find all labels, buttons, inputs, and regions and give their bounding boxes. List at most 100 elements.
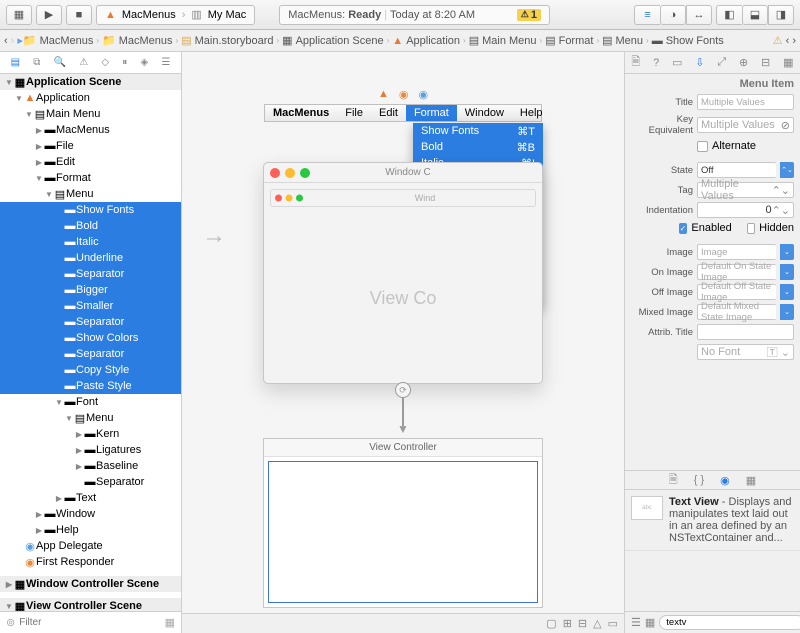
mixed-image-select[interactable]: Default Mixed State Image	[697, 304, 776, 320]
outline-row[interactable]: ▼▤Menu	[0, 186, 181, 202]
outline-row[interactable]: ▶▬Kern	[0, 426, 181, 442]
jump-next-button[interactable]: ›	[792, 35, 796, 47]
outline-row-selected[interactable]: ▬Bold	[0, 218, 181, 234]
jump-back-button[interactable]: ‹	[4, 35, 8, 47]
outline-row[interactable]: ▶▬Baseline	[0, 458, 181, 474]
issue-nav-icon[interactable]: ⚠	[79, 57, 88, 68]
jump-warning-icon[interactable]: ⚠	[773, 34, 783, 47]
outline-row-selected[interactable]: ▬Italic	[0, 234, 181, 250]
outline-row[interactable]: ▶▬Ligatures	[0, 442, 181, 458]
outline-row-selected[interactable]: ▬Show Colors	[0, 330, 181, 346]
breakpoint-nav-icon[interactable]: ◈	[140, 57, 148, 68]
code-snippet-icon[interactable]: { }	[694, 474, 704, 486]
segue-connector[interactable]: ⟳ ▼	[395, 382, 411, 432]
outline-row-selected[interactable]: ▬Separator	[0, 314, 181, 330]
outline-row[interactable]: ▬Separator	[0, 474, 181, 490]
keyequiv-field[interactable]: Multiple Values⊘	[697, 117, 794, 133]
report-nav-icon[interactable]: ☰	[161, 57, 170, 68]
dropdown-item[interactable]: Bold⌘B	[413, 139, 543, 155]
alternate-checkbox[interactable]	[697, 141, 708, 152]
outline-scene[interactable]: ▼▦Application Scene	[0, 74, 181, 90]
text-view-selection[interactable]	[268, 461, 538, 603]
outline-row[interactable]: ▶▬Edit	[0, 154, 181, 170]
attributes-inspector-icon[interactable]: ⇩	[695, 56, 704, 69]
list-view-icon[interactable]: ☰	[631, 616, 641, 629]
file-template-icon[interactable]: 🗎	[669, 471, 678, 490]
image-select[interactable]: Image	[697, 244, 776, 260]
outline-row[interactable]: ▼▤Main Menu	[0, 106, 181, 122]
chevron-down-icon[interactable]: ⌄	[780, 264, 794, 280]
app-menubar-mock[interactable]: ▲ ◉ ◉ MacMenus File Edit Format Window H…	[264, 88, 542, 122]
embed-button[interactable]: ▭	[608, 617, 618, 630]
indent-field[interactable]: 0 ⌃⌄	[697, 202, 794, 218]
outline-scene[interactable]: ▼▦View Controller Scene	[0, 598, 181, 611]
project-nav-icon[interactable]: ▤	[11, 57, 20, 68]
stop-button[interactable]: ■	[66, 5, 92, 25]
size-inspector-icon[interactable]: ⤢	[717, 56, 726, 69]
outline-row[interactable]: ▶▬Text	[0, 490, 181, 506]
help-inspector-icon[interactable]: ?	[653, 57, 659, 69]
menu-item[interactable]: Edit	[371, 105, 406, 121]
attrib-title-field[interactable]	[697, 324, 794, 340]
outline-row[interactable]: ◉App Delegate	[0, 538, 181, 554]
hidden-checkbox[interactable]	[747, 223, 755, 234]
filter-input[interactable]	[19, 617, 160, 628]
scheme-selector[interactable]: ▲ MacMenus › ▥ My Mac	[96, 5, 255, 25]
outline-row-selected[interactable]: ▬Separator	[0, 266, 181, 282]
chevron-down-icon[interactable]: ⌄	[780, 244, 794, 260]
toggle-inspector-button[interactable]: ◨	[768, 5, 794, 25]
toggle-navigator-button[interactable]: ◧	[716, 5, 742, 25]
outline-row[interactable]: ▶▬File	[0, 138, 181, 154]
jump-bar[interactable]: ‹ › ▸📁MacMenus› 📁MacMenus› ▤Main.storybo…	[0, 30, 800, 52]
jump-forward-button[interactable]: ›	[11, 35, 15, 47]
library-filter-input[interactable]	[659, 615, 800, 630]
find-nav-icon[interactable]: 🔍	[54, 57, 66, 68]
off-image-select[interactable]: Default Off State Image	[697, 284, 776, 300]
document-outline[interactable]: ▼▦Application Scene ▼▲Application ▼▤Main…	[0, 74, 181, 611]
outline-row-selected[interactable]: ▬Bigger	[0, 282, 181, 298]
bindings-inspector-icon[interactable]: ⊟	[761, 56, 770, 69]
outline-row-selected[interactable]: ▬Show Fonts	[0, 202, 181, 218]
chevron-down-icon[interactable]: ⌄	[780, 284, 794, 300]
dropdown-item[interactable]: Show Fonts⌘T	[413, 123, 543, 139]
run-button[interactable]: ▶	[36, 5, 62, 25]
library-tabs[interactable]: 🗎 { } ◉ ▦	[625, 470, 800, 490]
outline-row[interactable]: ▼▬Font	[0, 394, 181, 410]
title-field[interactable]: Multiple Values	[697, 94, 794, 110]
inspector-tabs[interactable]: 🗎 ? ▭ ⇩ ⤢ ⊕ ⊟ ▦	[625, 52, 800, 74]
filter-recent-icon[interactable]: ▦	[165, 616, 175, 629]
outline-row-selected[interactable]: ▬Underline	[0, 250, 181, 266]
version-editor-button[interactable]: ↔	[686, 5, 712, 25]
align-button[interactable]: ⊞	[563, 617, 572, 630]
font-picker[interactable]: No Font🅃 ⌄	[697, 344, 794, 360]
outline-row-selected[interactable]: ▬Paste Style	[0, 378, 181, 394]
identity-inspector-icon[interactable]: ▭	[672, 56, 682, 69]
menu-item[interactable]: Window	[457, 105, 512, 121]
media-library-icon[interactable]: ▦	[746, 474, 756, 487]
warning-badge[interactable]: ⚠ 1	[517, 9, 541, 21]
chevron-down-icon[interactable]: ⌄	[780, 304, 794, 320]
symbol-nav-icon[interactable]: ⧉	[33, 57, 40, 68]
tag-field[interactable]: Multiple Values⌃⌄	[697, 182, 794, 198]
menu-item-selected[interactable]: Format	[406, 105, 457, 121]
menu-item[interactable]: File	[337, 105, 371, 121]
test-nav-icon[interactable]: ◇	[101, 57, 109, 68]
state-select[interactable]: Off	[697, 162, 776, 178]
toggle-debug-button[interactable]: ⬓	[742, 5, 768, 25]
resolve-button[interactable]: △	[593, 617, 601, 630]
standard-editor-button[interactable]: ≡	[634, 5, 660, 25]
outline-scene[interactable]: ▶▦Window Controller Scene	[0, 576, 181, 592]
zoom-out-button[interactable]: ▢	[546, 617, 556, 630]
menu-item[interactable]: Help	[512, 105, 551, 121]
interface-builder-canvas[interactable]: → ▲ ◉ ◉ MacMenus File Edit Format Window…	[182, 52, 624, 633]
window-controller-mock[interactable]: Window C Wind View Co	[263, 162, 543, 384]
assistant-editor-button[interactable]: ◑	[660, 5, 686, 25]
effects-inspector-icon[interactable]: ▦	[783, 56, 793, 69]
object-library-icon[interactable]: ◉	[720, 474, 730, 487]
outline-row[interactable]: ◉First Responder	[0, 554, 181, 570]
file-inspector-icon[interactable]: 🗎	[631, 53, 640, 72]
outline-row-selected[interactable]: ▬Smaller	[0, 298, 181, 314]
outline-row[interactable]: ▶▬Help	[0, 522, 181, 538]
jump-prev-button[interactable]: ‹	[786, 35, 790, 47]
pin-button[interactable]: ⊟	[578, 617, 587, 630]
